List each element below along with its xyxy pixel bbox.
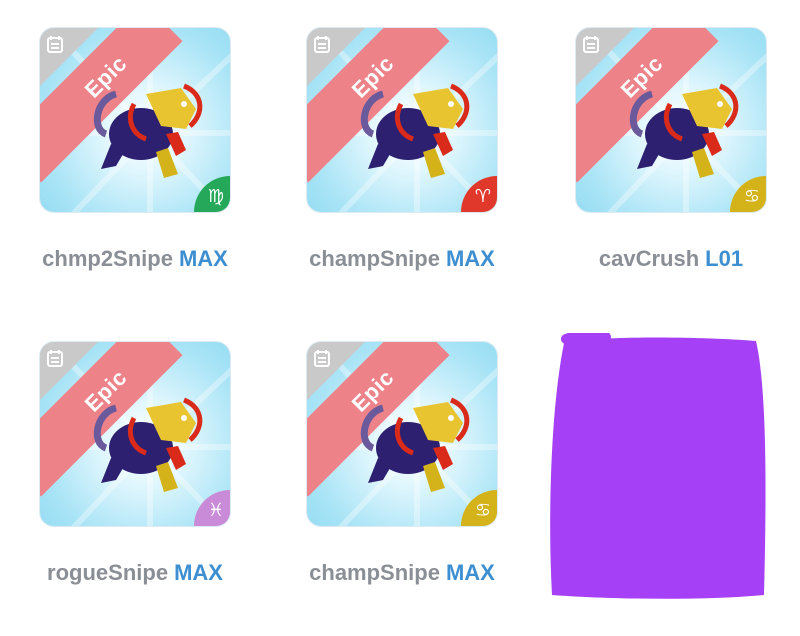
monster-level: MAX	[174, 560, 223, 585]
monster-portrait-tile[interactable]: Epic ♋	[307, 342, 497, 526]
monster-level: MAX	[445, 560, 495, 585]
panther-monster-icon	[360, 397, 470, 492]
monster-name: rogueSnipe	[47, 560, 169, 585]
calendar-icon	[583, 36, 599, 53]
monster-portrait-tile[interactable]: Epic ♋	[576, 28, 766, 212]
monster-name: champSnipe	[309, 560, 440, 585]
redaction-scribble	[550, 333, 766, 599]
monster-name-label: champSnipe MAX	[297, 246, 507, 272]
panther-monster-icon	[629, 83, 739, 178]
monster-card[interactable]: Epic ♋ champSnipe MAX	[297, 342, 547, 622]
calendar-icon	[47, 350, 63, 367]
monster-portrait-tile[interactable]: Epic ♓	[40, 342, 230, 526]
monster-portrait-tile[interactable]: Epic ♈	[307, 28, 497, 212]
monster-level: MAX	[178, 246, 228, 271]
monster-name-label: rogueSnipe MAX	[30, 560, 240, 586]
calendar-icon	[314, 350, 330, 367]
monster-card[interactable]: Epic ♓ rogueSnipe MAX	[30, 342, 280, 622]
monster-card[interactable]: Epic ♋ cavCrush L01	[566, 28, 800, 308]
monster-collection-grid: Epic ♍ chmp2Snipe MAX Epic ♈ champSnipe …	[0, 0, 800, 636]
monster-level: MAX	[445, 246, 495, 271]
monster-name: chmp2Snipe	[42, 246, 173, 271]
calendar-icon	[47, 36, 63, 53]
calendar-icon	[314, 36, 330, 53]
monster-level: L01	[705, 246, 744, 271]
panther-monster-icon	[93, 397, 203, 492]
monster-portrait-tile[interactable]: Epic ♍	[40, 28, 230, 212]
monster-card[interactable]: Epic ♈ champSnipe MAX	[297, 28, 547, 308]
monster-name-label: champSnipe MAX	[297, 560, 507, 586]
panther-monster-icon	[360, 83, 470, 178]
panther-monster-icon	[93, 83, 203, 178]
monster-name: champSnipe	[309, 246, 440, 271]
monster-name: cavCrush	[598, 246, 700, 271]
monster-name-label: chmp2Snipe MAX	[30, 246, 240, 272]
monster-card[interactable]: Epic ♍ chmp2Snipe MAX	[30, 28, 280, 308]
monster-name-label: cavCrush L01	[566, 246, 776, 272]
